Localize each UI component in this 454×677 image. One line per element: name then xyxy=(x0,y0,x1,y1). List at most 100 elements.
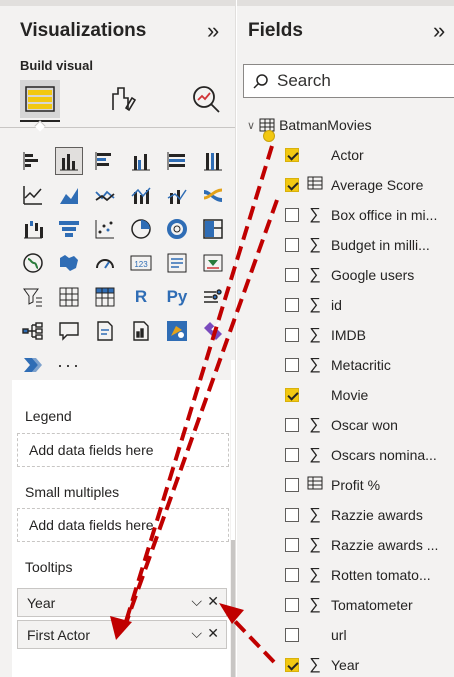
field-item[interactable]: ∑ id xyxy=(285,295,441,315)
field-item[interactable]: ∑ Rotten tomato... xyxy=(285,565,441,585)
100-stacked-bar-chart-icon[interactable] xyxy=(164,148,190,174)
paginated-report-icon[interactable] xyxy=(128,318,154,344)
decomposition-tree-icon[interactable] xyxy=(20,318,46,344)
field-name: Year xyxy=(331,657,360,673)
waterfall-chart-icon[interactable] xyxy=(20,216,46,242)
field-item[interactable]: ∑ Oscar won xyxy=(285,415,441,435)
sigma-icon: ∑ xyxy=(309,446,321,463)
line-chart-icon[interactable] xyxy=(20,182,46,208)
field-checkbox[interactable] xyxy=(285,148,299,162)
treemap-icon[interactable] xyxy=(200,216,226,242)
tooltip-field-first-actor[interactable]: First Actor ⌵ ✕ xyxy=(17,620,227,649)
field-item[interactable]: ∑ Tomatometer xyxy=(285,595,441,615)
small-multiples-dropzone[interactable]: Add data fields here xyxy=(17,508,229,542)
kpi-icon[interactable] xyxy=(200,250,226,276)
filled-map-icon[interactable] xyxy=(56,250,82,276)
power-apps-icon[interactable] xyxy=(164,318,190,344)
multi-row-card-icon[interactable] xyxy=(164,250,190,276)
field-item[interactable]: ∑ Oscars nomina... xyxy=(285,445,441,465)
pie-chart-icon[interactable] xyxy=(128,216,154,242)
field-checkbox[interactable] xyxy=(285,328,299,342)
field-item[interactable]: url xyxy=(285,625,441,645)
python-visual-icon[interactable]: Py xyxy=(164,284,190,310)
smart-narrative-icon[interactable] xyxy=(92,318,118,344)
field-checkbox[interactable] xyxy=(285,478,299,492)
table-icon[interactable] xyxy=(56,284,82,310)
field-item[interactable]: ∑ Razzie awards xyxy=(285,505,441,525)
field-item[interactable]: ∑ Razzie awards ... xyxy=(285,535,441,555)
viz-scrollbar-thumb[interactable] xyxy=(231,540,235,677)
key-influencers-icon[interactable] xyxy=(200,284,226,310)
field-item[interactable]: Profit % xyxy=(285,475,441,495)
donut-chart-icon[interactable] xyxy=(164,216,190,242)
field-checkbox[interactable] xyxy=(285,238,299,252)
analytics-icon[interactable] xyxy=(186,80,226,118)
field-item[interactable]: Average Score xyxy=(285,175,441,195)
search-box[interactable] xyxy=(243,64,454,98)
100-stacked-column-chart-icon[interactable] xyxy=(200,148,226,174)
field-checkbox[interactable] xyxy=(285,298,299,312)
line-and-stacked-column-chart-icon[interactable] xyxy=(128,182,154,208)
r-script-visual-icon[interactable]: R xyxy=(128,284,154,310)
field-checkbox[interactable] xyxy=(285,358,299,372)
sigma-icon: ∑ xyxy=(309,236,321,253)
qa-icon[interactable] xyxy=(56,318,82,344)
field-item[interactable]: ∑ Google users xyxy=(285,265,441,285)
clustered-column-chart-icon[interactable] xyxy=(128,148,154,174)
stacked-column-chart-icon[interactable] xyxy=(55,147,83,175)
field-item[interactable]: Actor xyxy=(285,145,441,165)
tooltip-field-year[interactable]: Year ⌵ ✕ xyxy=(17,588,227,617)
card-icon[interactable]: 123 xyxy=(128,250,154,276)
field-checkbox[interactable] xyxy=(285,568,299,582)
field-checkbox[interactable] xyxy=(285,418,299,432)
area-chart-icon[interactable] xyxy=(56,182,82,208)
map-icon[interactable] xyxy=(20,250,46,276)
field-checkbox[interactable] xyxy=(285,658,299,672)
sigma-icon: ∑ xyxy=(309,656,321,673)
field-checkbox[interactable] xyxy=(285,448,299,462)
field-item[interactable]: Movie xyxy=(285,385,441,405)
stacked-area-chart-icon[interactable] xyxy=(92,182,118,208)
field-checkbox[interactable] xyxy=(285,208,299,222)
field-checkbox[interactable] xyxy=(285,628,299,642)
field-name: Razzie awards xyxy=(331,507,423,523)
line-and-clustered-column-chart-icon[interactable] xyxy=(164,182,190,208)
calculated-table-icon xyxy=(305,176,325,195)
get-more-visuals-icon[interactable] xyxy=(20,352,46,378)
chevron-down-icon[interactable]: ⌵ xyxy=(191,625,202,642)
field-checkbox[interactable] xyxy=(285,268,299,282)
matrix-icon[interactable] xyxy=(92,284,118,310)
field-name: IMDB xyxy=(331,327,366,343)
scatter-chart-icon[interactable] xyxy=(92,216,118,242)
clustered-bar-chart-icon[interactable] xyxy=(92,148,118,174)
field-item[interactable]: ∑ IMDB xyxy=(285,325,441,345)
double-chevron-right-icon[interactable]: » xyxy=(207,18,219,44)
chevron-down-icon[interactable]: ∨ xyxy=(247,119,255,132)
funnel-chart-icon[interactable] xyxy=(56,216,82,242)
field-name: Oscars nomina... xyxy=(331,447,437,463)
field-checkbox[interactable] xyxy=(285,598,299,612)
chevron-down-icon[interactable]: ⌵ xyxy=(191,593,202,610)
format-visual-icon[interactable] xyxy=(102,80,142,118)
build-visual-label: Build visual xyxy=(20,58,93,73)
gauge-icon[interactable] xyxy=(92,250,118,276)
slicer-icon[interactable] xyxy=(20,284,46,310)
field-item[interactable]: ∑ Year xyxy=(285,655,441,675)
stacked-bar-chart-icon[interactable] xyxy=(20,148,46,174)
power-automate-icon[interactable] xyxy=(200,318,226,344)
field-checkbox[interactable] xyxy=(285,538,299,552)
field-item[interactable]: ∑ Budget in milli... xyxy=(285,235,441,255)
field-checkbox[interactable] xyxy=(285,178,299,192)
more-visuals-icon[interactable]: ··· xyxy=(56,352,82,378)
field-item[interactable]: ∑ Box office in mi... xyxy=(285,205,441,225)
ribbon-chart-icon[interactable] xyxy=(200,182,226,208)
field-checkbox[interactable] xyxy=(285,388,299,402)
legend-dropzone[interactable]: Add data fields here xyxy=(17,433,229,467)
search-input[interactable] xyxy=(277,71,447,91)
build-visual-icon[interactable] xyxy=(20,80,60,118)
field-checkbox[interactable] xyxy=(285,508,299,522)
close-icon[interactable]: ✕ xyxy=(207,625,219,642)
double-chevron-right-icon[interactable]: » xyxy=(433,18,445,44)
close-icon[interactable]: ✕ xyxy=(207,593,219,610)
field-item[interactable]: ∑ Metacritic xyxy=(285,355,441,375)
